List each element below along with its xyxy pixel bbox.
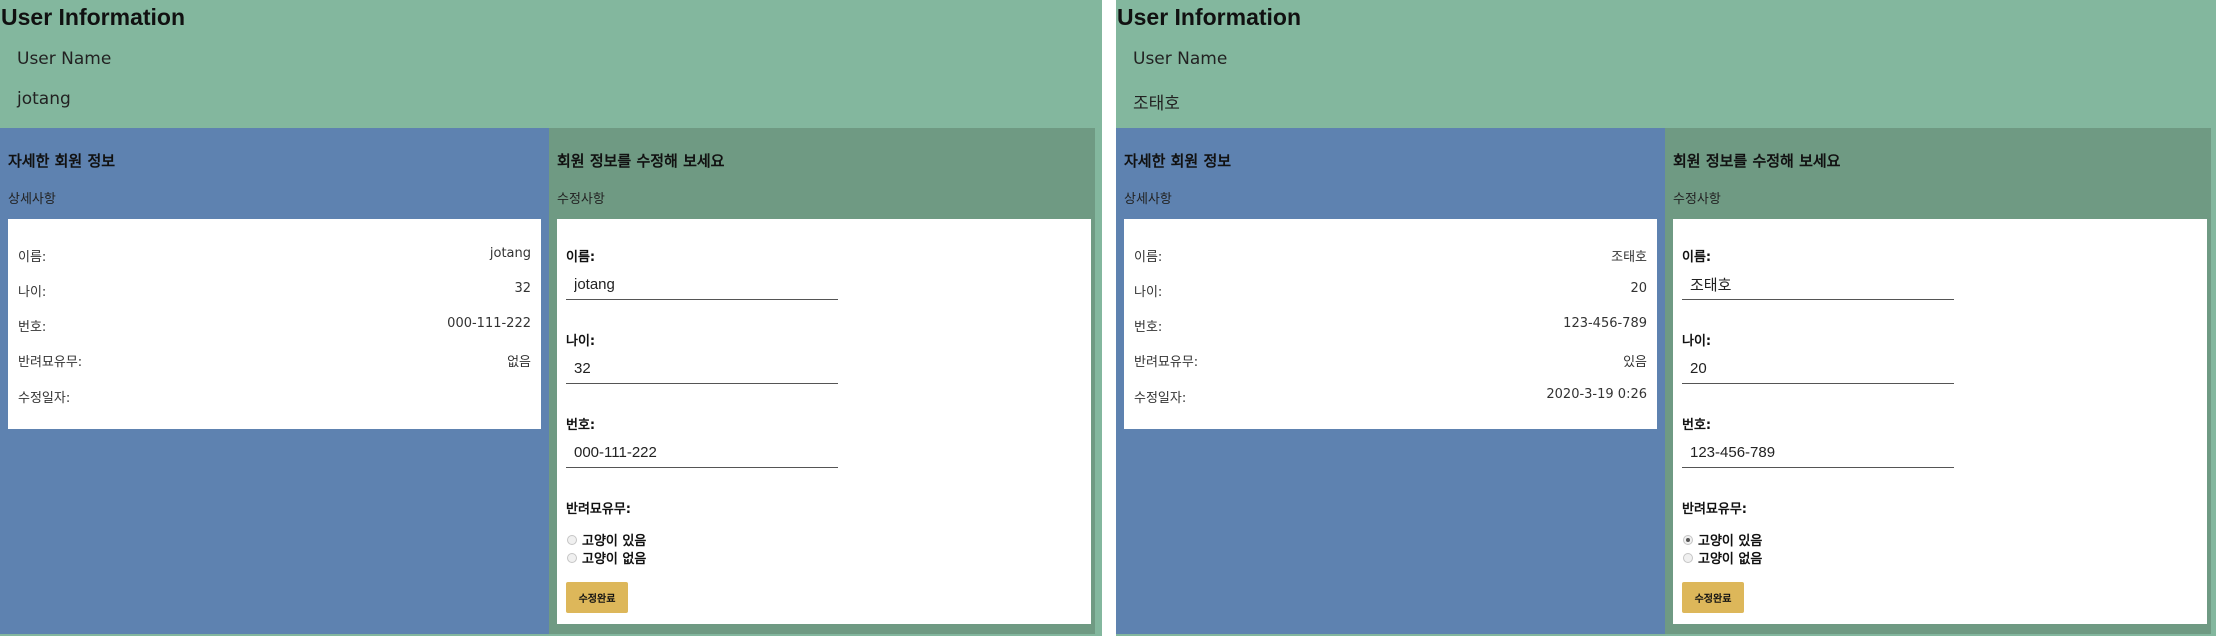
detail-row-value: 20: [1630, 281, 1647, 296]
detail-row-label: 반려묘유무:: [1134, 355, 1199, 370]
phone-input[interactable]: [566, 438, 838, 468]
radio-label: 고양이 없음: [582, 552, 647, 567]
user-name-label: User Name: [17, 49, 112, 69]
content-area: 자세한 회원 정보 상세사항 이름: 조태호 나이: 20 번호: 123-45…: [1116, 128, 2216, 634]
detail-row-label: 나이:: [18, 285, 47, 300]
edit-form: 이름: 나이: 번호: 반려묘유무: 고양이 있음 고양이 없음 수정완료: [1673, 219, 2207, 624]
content-area: 자세한 회원 정보 상세사항 이름: jotang 나이: 32 번호: 000…: [0, 128, 1102, 634]
radio-button[interactable]: [1683, 534, 1693, 545]
user-name-label: User Name: [1133, 49, 1228, 69]
detail-row-value: 123-456-789: [1563, 316, 1647, 331]
user-name-value: jotang: [17, 89, 71, 109]
edit-panel: 회원 정보를 수정해 보세요 수정사항 이름: 나이: 번호: 반려묘유무: 고…: [549, 128, 1095, 634]
cat-field-label: 반려묘유무:: [566, 502, 631, 517]
screen-after: User Information User Name 조태호 자세한 회원 정보…: [1116, 0, 2216, 636]
age-field-label: 나이:: [566, 334, 596, 349]
edit-panel-subtitle: 수정사항: [557, 192, 605, 207]
detail-panel: 자세한 회원 정보 상세사항 이름: jotang 나이: 32 번호: 000…: [0, 128, 549, 634]
radio-button[interactable]: [567, 534, 577, 545]
age-input[interactable]: [566, 354, 838, 384]
detail-panel: 자세한 회원 정보 상세사항 이름: 조태호 나이: 20 번호: 123-45…: [1116, 128, 1665, 634]
radio-label: 고양이 있음: [582, 534, 647, 549]
detail-row-updated: 수정일자: 2020-3-19 0:26: [1134, 387, 1647, 406]
edit-panel-title: 회원 정보를 수정해 보세요: [557, 152, 725, 170]
detail-card: 이름: jotang 나이: 32 번호: 000-111-222 반려묘유무:…: [8, 219, 541, 429]
detail-row-label: 번호:: [18, 320, 47, 335]
radio-cat-no[interactable]: 고양이 없음: [1683, 548, 1762, 567]
detail-row-value: 2020-3-19 0:26: [1546, 387, 1647, 402]
detail-row-phone: 번호: 123-456-789: [1134, 316, 1647, 335]
detail-row-value: 000-111-222: [447, 316, 531, 331]
app-title: User Information: [1117, 4, 1302, 30]
screen-before: User Information User Name jotang 자세한 회원…: [0, 0, 1102, 636]
cat-field-label: 반려묘유무:: [1682, 502, 1747, 517]
detail-row-cat: 반려묘유무: 없음: [18, 351, 531, 370]
radio-label: 고양이 없음: [1698, 552, 1763, 567]
user-name-value: 조태호: [1133, 94, 1180, 114]
radio-cat-yes[interactable]: 고양이 있음: [567, 530, 646, 549]
detail-row-value: 있음: [1623, 355, 1647, 370]
detail-row-phone: 번호: 000-111-222: [18, 316, 531, 335]
detail-row-label: 수정일자:: [18, 391, 71, 406]
detail-row-label: 번호:: [1134, 320, 1163, 335]
radio-label: 고양이 있음: [1698, 534, 1763, 549]
detail-row-name: 이름: 조태호: [1134, 246, 1647, 265]
radio-cat-yes[interactable]: 고양이 있음: [1683, 530, 1762, 549]
detail-row-value: 32: [514, 281, 531, 296]
detail-row-label: 수정일자:: [1134, 391, 1187, 406]
phone-input[interactable]: [1682, 438, 1954, 468]
submit-button[interactable]: 수정완료: [1682, 582, 1744, 613]
edit-form: 이름: 나이: 번호: 반려묘유무: 고양이 있음 고양이 없음 수정완료: [557, 219, 1091, 624]
submit-button[interactable]: 수정완료: [566, 582, 628, 613]
app-title: User Information: [1, 4, 186, 30]
radio-button[interactable]: [1683, 552, 1693, 563]
phone-field-label: 번호:: [566, 418, 596, 433]
age-field-label: 나이:: [1682, 334, 1712, 349]
detail-panel-title: 자세한 회원 정보: [1124, 152, 1232, 170]
detail-row-name: 이름: jotang: [18, 246, 531, 265]
name-field-label: 이름:: [566, 250, 596, 265]
detail-panel-subtitle: 상세사항: [8, 192, 56, 207]
detail-card: 이름: 조태호 나이: 20 번호: 123-456-789 반려묘유무: 있음…: [1124, 219, 1657, 429]
detail-row-label: 이름:: [1134, 250, 1163, 265]
name-input[interactable]: [566, 270, 838, 300]
detail-panel-title: 자세한 회원 정보: [8, 152, 116, 170]
edit-panel-title: 회원 정보를 수정해 보세요: [1673, 152, 1841, 170]
radio-button[interactable]: [567, 552, 577, 563]
name-input[interactable]: [1682, 270, 1954, 300]
detail-row-age: 나이: 20: [1134, 281, 1647, 300]
detail-row-age: 나이: 32: [18, 281, 531, 300]
detail-row-updated: 수정일자:: [18, 387, 531, 406]
edit-panel-subtitle: 수정사항: [1673, 192, 1721, 207]
phone-field-label: 번호:: [1682, 418, 1712, 433]
detail-row-label: 나이:: [1134, 285, 1163, 300]
detail-row-cat: 반려묘유무: 있음: [1134, 351, 1647, 370]
edit-panel: 회원 정보를 수정해 보세요 수정사항 이름: 나이: 번호: 반려묘유무: 고…: [1665, 128, 2211, 634]
detail-row-value: 조태호: [1611, 250, 1647, 265]
detail-row-label: 반려묘유무:: [18, 355, 83, 370]
detail-panel-subtitle: 상세사항: [1124, 192, 1172, 207]
name-field-label: 이름:: [1682, 250, 1712, 265]
detail-row-label: 이름:: [18, 250, 47, 265]
radio-cat-no[interactable]: 고양이 없음: [567, 548, 646, 567]
age-input[interactable]: [1682, 354, 1954, 384]
detail-row-value: jotang: [489, 246, 531, 261]
detail-row-value: 없음: [507, 355, 531, 370]
